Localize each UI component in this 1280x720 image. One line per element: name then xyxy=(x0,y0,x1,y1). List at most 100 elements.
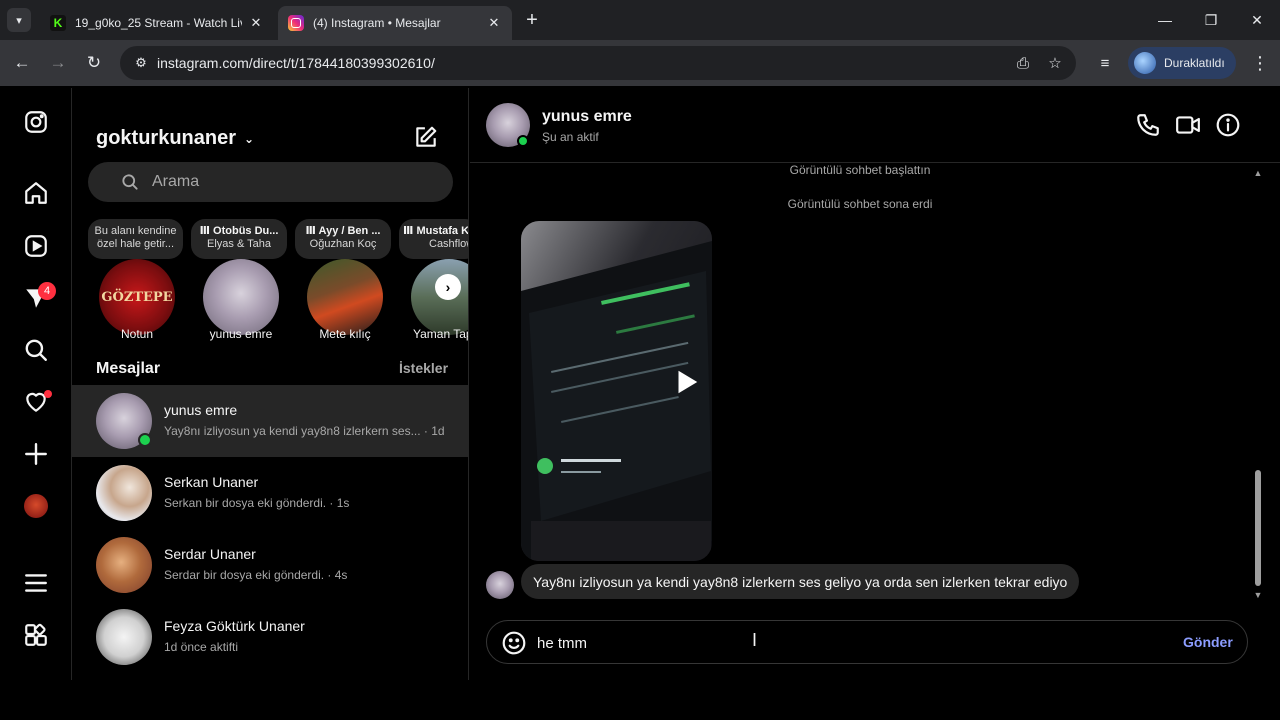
close-tab-icon[interactable]: ✕ xyxy=(486,15,502,31)
conversation-name: yunus emre xyxy=(164,402,238,418)
conversation-row[interactable]: Feyza Göktürk Unaner 1d önce aktifti xyxy=(72,601,468,673)
chevron-down-icon: ⌄ xyxy=(244,131,255,146)
note-name: Mete kılıç xyxy=(319,327,371,341)
address-bar[interactable]: ⚙ instagram.com/direct/t/178441803993026… xyxy=(120,46,1076,80)
note-name: Notun xyxy=(120,327,154,341)
system-message: Görüntülü sohbet başlattın xyxy=(789,163,931,177)
conversation-preview: Serdar bir dosya eki gönderdi. · 4s xyxy=(164,568,348,582)
instagram-app: 4 gokturkunaner ⌄ Arama Bu alanı kendine… xyxy=(0,88,1280,680)
account-username: gokturkunaner xyxy=(96,127,237,149)
nav-rail: 4 xyxy=(0,88,72,680)
conversation-name: Feyza Göktürk Unaner xyxy=(164,618,305,634)
video-message[interactable] xyxy=(521,221,712,561)
more-menu-icon[interactable] xyxy=(22,569,50,597)
conversation-preview: Serkan bir dosya eki gönderdi. · 1s xyxy=(164,496,350,510)
emoji-icon[interactable] xyxy=(501,630,527,656)
chat-contact-name[interactable]: yunus emre xyxy=(542,108,632,126)
url-text[interactable]: instagram.com/direct/t/17844180399302610… xyxy=(157,55,435,71)
browser-tab-bar: ▾ K 19_g0ko_25 Stream - Watch Live ✕ (4)… xyxy=(0,0,1280,40)
avatar xyxy=(96,465,152,521)
notification-badge: 4 xyxy=(38,282,56,300)
online-indicator xyxy=(138,433,152,447)
site-info-icon[interactable]: ⚙ xyxy=(132,54,150,72)
conversation-preview: Yay8nı izliyosun ya kendi yay8n8 izlerke… xyxy=(164,424,445,438)
avatar xyxy=(96,609,152,665)
conversation-row[interactable]: Serkan Unaner Serkan bir dosya eki gönde… xyxy=(72,457,468,529)
install-app-icon[interactable]: ⎙ xyxy=(1014,54,1032,72)
messages-heading: Mesajlar xyxy=(96,360,161,377)
tab-title: 19_g0ko_25 Stream - Watch Live xyxy=(75,16,242,30)
chat-scrollbar[interactable]: ▲ ▼ xyxy=(1252,168,1264,600)
note-bubble[interactable]: Ⅲ Otobüs Du... Elyas & Taha xyxy=(191,219,287,259)
send-button[interactable]: Gönder xyxy=(1183,634,1233,650)
online-indicator xyxy=(517,135,529,147)
home-icon[interactable] xyxy=(22,179,50,207)
restore-button[interactable]: ❐ xyxy=(1188,6,1234,34)
note-avatar[interactable] xyxy=(203,259,279,335)
phone-icon[interactable] xyxy=(1135,112,1163,140)
scroll-down-arrow-icon[interactable]: ▼ xyxy=(1253,590,1263,600)
profile-button[interactable]: Duraklatıldı xyxy=(1128,47,1236,79)
scroll-up-arrow-icon[interactable]: ▲ xyxy=(1253,168,1263,178)
note-bubble[interactable]: Ⅲ Mustafa K Cashflow xyxy=(399,219,468,259)
note-avatar[interactable] xyxy=(307,259,383,335)
chat-panel: yunus emre Şu an aktif Görüntülü sohbet … xyxy=(470,88,1280,680)
conversation-row[interactable]: yunus emre Yay8nı izliyosun ya kendi yay… xyxy=(72,385,468,457)
minimize-button[interactable]: — xyxy=(1142,6,1188,34)
note-bubble[interactable]: Bu alanı kendine özel hale getir... xyxy=(88,219,183,259)
search-field[interactable] xyxy=(88,162,453,202)
conversation-name: Serkan Unaner xyxy=(164,474,259,490)
also-from-meta-icon[interactable] xyxy=(22,621,50,649)
activity-dot xyxy=(44,390,52,398)
message-bubble[interactable]: Yay8nı izliyosun ya kendi yay8n8 izlerke… xyxy=(521,564,1080,599)
browser-tab-instagram[interactable]: (4) Instagram • Mesajlar ✕ xyxy=(278,6,512,40)
scroll-thumb[interactable] xyxy=(1255,470,1261,586)
browser-tab-kick[interactable]: K 19_g0ko_25 Stream - Watch Live ✕ xyxy=(40,6,274,40)
conversation-preview: 1d önce aktifti xyxy=(164,640,239,654)
inbox-sidebar: gokturkunaner ⌄ Bu alanı kendine özel ha… xyxy=(72,88,469,680)
svg-text:GÖZTEPE: GÖZTEPE xyxy=(101,288,172,305)
tab-title: (4) Instagram • Mesajlar xyxy=(313,16,441,30)
bookmark-star-icon[interactable]: ☆ xyxy=(1046,54,1064,72)
close-window-button[interactable]: ✕ xyxy=(1234,6,1280,34)
profile-avatar xyxy=(1134,52,1156,74)
media-controls-icon[interactable]: ≡ xyxy=(1093,51,1117,75)
tab-search-button[interactable]: ▾ xyxy=(7,8,31,32)
note-avatar[interactable]: GÖZTEPE xyxy=(99,259,175,335)
browser-menu-icon[interactable]: ⋮ xyxy=(1248,51,1272,75)
create-icon[interactable] xyxy=(22,440,50,468)
new-tab-button[interactable]: + xyxy=(520,8,544,32)
message-input[interactable] xyxy=(537,632,1137,654)
account-switcher[interactable]: gokturkunaner ⌄ xyxy=(96,127,254,150)
reload-button[interactable]: ↻ xyxy=(82,51,106,75)
conversation-name: Serdar Unaner xyxy=(164,546,256,562)
play-icon[interactable] xyxy=(671,367,701,397)
search-input[interactable] xyxy=(152,170,432,194)
message-composer[interactable]: Gönder xyxy=(486,620,1248,664)
profile-avatar[interactable] xyxy=(24,494,48,518)
browser-toolbar: ← → ↻ ⚙ instagram.com/direct/t/178441803… xyxy=(0,40,1280,86)
system-message: Görüntülü sohbet sona erdi xyxy=(787,197,933,211)
chat-header: yunus emre Şu an aktif xyxy=(470,88,1280,163)
forward-button[interactable]: → xyxy=(46,51,70,75)
back-button[interactable]: ← xyxy=(10,51,34,75)
instagram-logo-icon[interactable] xyxy=(22,108,50,136)
text-cursor-icon: I xyxy=(752,630,758,650)
chat-contact-status: Şu an aktif xyxy=(542,130,599,144)
video-call-icon[interactable] xyxy=(1175,112,1203,140)
note-name: Yaman Tap xyxy=(413,327,469,341)
kick-icon: K xyxy=(50,15,66,31)
close-tab-icon[interactable]: ✕ xyxy=(248,15,264,31)
requests-link[interactable]: İstekler xyxy=(399,360,448,376)
reels-icon[interactable] xyxy=(22,232,50,260)
info-icon[interactable] xyxy=(1215,112,1243,140)
instagram-icon xyxy=(288,15,304,31)
profile-status-label: Duraklatıldı xyxy=(1164,56,1225,70)
avatar[interactable] xyxy=(486,571,514,599)
note-bubble[interactable]: Ⅲ Ayy / Ben ... Oğuzhan Koç xyxy=(295,219,391,259)
search-icon xyxy=(120,172,140,192)
new-message-icon[interactable] xyxy=(413,124,439,150)
chevron-right-icon[interactable]: › xyxy=(435,274,461,300)
search-icon[interactable] xyxy=(22,336,50,364)
conversation-row[interactable]: Serdar Unaner Serdar bir dosya eki gönde… xyxy=(72,529,468,601)
